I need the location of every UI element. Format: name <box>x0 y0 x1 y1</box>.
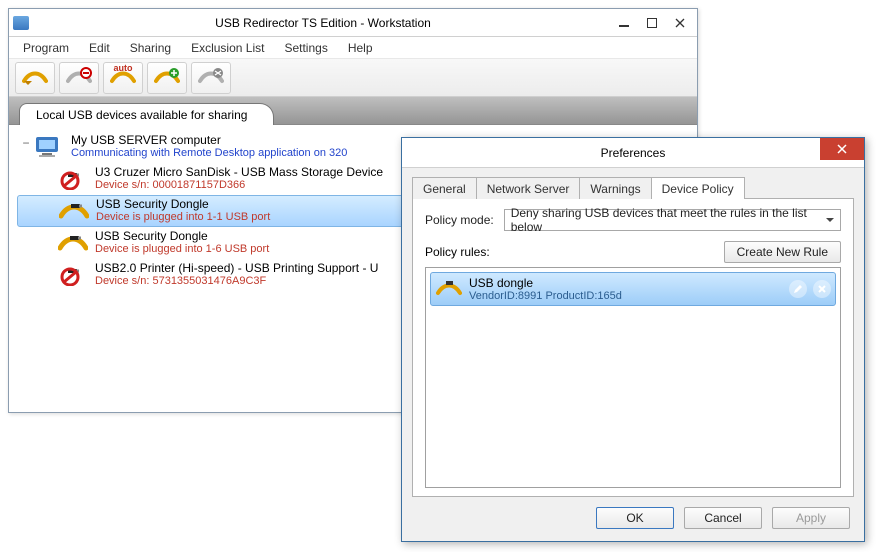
toolbar: auto <box>9 59 697 97</box>
minimize-button[interactable] <box>611 13 637 33</box>
policy-rules-list: USB dongle VendorID:8991 ProductID:165d <box>425 267 841 488</box>
usb-device-icon <box>58 197 90 225</box>
auto-label: auto <box>108 63 138 73</box>
toolbar-unshare-button[interactable] <box>59 62 99 94</box>
dialog-title: Preferences <box>601 146 666 160</box>
close-button[interactable] <box>667 13 693 33</box>
usb-device-icon <box>57 229 89 257</box>
menubar: Program Edit Sharing Exclusion List Sett… <box>9 37 697 59</box>
delete-rule-icon[interactable] <box>813 280 831 298</box>
device-name: U3 Cruzer Micro SanDisk - USB Mass Stora… <box>95 165 383 179</box>
root-status: Communicating with Remote Desktop applic… <box>71 147 347 159</box>
toolbar-disconnect-button[interactable] <box>191 62 231 94</box>
policy-rule-item[interactable]: USB dongle VendorID:8991 ProductID:165d <box>430 272 836 306</box>
device-name: USB Security Dongle <box>96 197 270 211</box>
device-policy-panel: Policy mode: Deny sharing USB devices th… <box>412 199 854 497</box>
dialog-buttons: OK Cancel Apply <box>412 497 854 541</box>
titlebar: USB Redirector TS Edition - Workstation <box>9 9 697 37</box>
collapse-icon[interactable]: − <box>21 137 31 149</box>
tab-device-policy[interactable]: Device Policy <box>651 177 745 199</box>
apply-button[interactable]: Apply <box>772 507 850 529</box>
toolbar-share-button[interactable] <box>15 62 55 94</box>
app-icon <box>13 16 29 30</box>
rule-detail: VendorID:8991 ProductID:165d <box>469 290 622 302</box>
device-detail: Device is plugged into 1-1 USB port <box>96 211 270 223</box>
create-new-rule-button[interactable]: Create New Rule <box>724 241 841 263</box>
tab-warnings[interactable]: Warnings <box>579 177 651 199</box>
device-detail: Device is plugged into 1-6 USB port <box>95 243 269 255</box>
ok-button[interactable]: OK <box>596 507 674 529</box>
blocked-device-icon <box>57 261 89 289</box>
computer-icon <box>33 133 65 161</box>
toolbar-auto-button[interactable]: auto <box>103 62 143 94</box>
tab-local-devices[interactable]: Local USB devices available for sharing <box>19 103 274 125</box>
policy-mode-label: Policy mode: <box>425 213 494 227</box>
tab-network-server[interactable]: Network Server <box>476 177 581 199</box>
menu-exclusion[interactable]: Exclusion List <box>183 39 272 57</box>
policy-rules-label: Policy rules: <box>425 245 490 259</box>
root-title: My USB SERVER computer <box>71 133 347 147</box>
tab-strip: Local USB devices available for sharing <box>9 97 697 125</box>
maximize-button[interactable] <box>639 13 665 33</box>
device-name: USB2.0 Printer (Hi-speed) - USB Printing… <box>95 261 378 275</box>
device-detail: Device s/n: 5731355031476A9C3F <box>95 275 378 287</box>
rule-name: USB dongle <box>469 276 622 290</box>
menu-sharing[interactable]: Sharing <box>122 39 179 57</box>
cancel-button[interactable]: Cancel <box>684 507 762 529</box>
usb-device-icon <box>435 278 463 300</box>
dialog-titlebar: Preferences <box>402 138 864 168</box>
tab-general[interactable]: General <box>412 177 477 199</box>
menu-help[interactable]: Help <box>340 39 381 57</box>
blocked-device-icon <box>57 165 89 193</box>
device-detail: Device s/n: 00001871157D366 <box>95 179 383 191</box>
policy-mode-value: Deny sharing USB devices that meet the r… <box>511 206 820 234</box>
window-title: USB Redirector TS Edition - Workstation <box>37 16 609 30</box>
policy-mode-select[interactable]: Deny sharing USB devices that meet the r… <box>504 209 841 231</box>
toolbar-connect-button[interactable] <box>147 62 187 94</box>
menu-edit[interactable]: Edit <box>81 39 118 57</box>
close-button[interactable] <box>820 138 864 160</box>
edit-rule-icon[interactable] <box>789 280 807 298</box>
tabs: General Network Server Warnings Device P… <box>412 176 854 199</box>
menu-program[interactable]: Program <box>15 39 77 57</box>
device-name: USB Security Dongle <box>95 229 269 243</box>
menu-settings[interactable]: Settings <box>276 39 335 57</box>
preferences-dialog: Preferences General Network Server Warni… <box>401 137 865 542</box>
